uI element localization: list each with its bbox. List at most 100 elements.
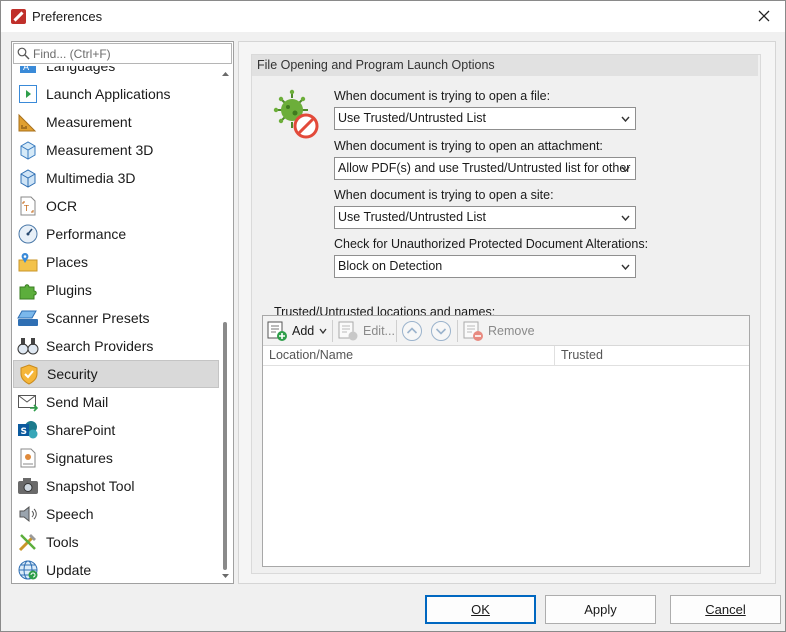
close-icon (758, 10, 770, 22)
sidebar-item-label: Snapshot Tool (46, 478, 135, 494)
mail-icon (18, 395, 39, 412)
arrow-down-circle-icon (431, 321, 451, 341)
scroll-down-icon[interactable] (221, 572, 230, 580)
chevron-down-icon (621, 166, 630, 172)
sidebar-item-label: Places (46, 254, 89, 270)
settings-panel: File Opening and Program Launch Options … (238, 41, 776, 584)
languages-icon: A (20, 66, 36, 73)
chevron-down-icon (621, 215, 630, 221)
title-bar: Preferences (1, 1, 785, 32)
category-sidebar: A Languages Launch Applications Measurem… (11, 41, 234, 584)
add-button-label: Add (292, 324, 315, 338)
svg-text:T: T (23, 204, 29, 213)
app-logo-icon (11, 9, 26, 24)
sharepoint-icon: S (18, 421, 38, 439)
sidebar-scrollbar[interactable] (219, 66, 232, 582)
sidebar-item-label: Measurement 3D (46, 142, 154, 158)
alterations-label: Check for Unauthorized Protected Documen… (334, 237, 649, 251)
add-list-icon (267, 321, 287, 341)
plugins-icon (19, 284, 37, 300)
open-file-value: Use Trusted/Untrusted List (338, 111, 486, 125)
speaker-icon (19, 505, 37, 523)
sidebar-item-label: Multimedia 3D (46, 170, 136, 186)
sidebar-item-label: Scanner Presets (46, 310, 150, 326)
toolbar-separator (457, 320, 458, 342)
window-title: Preferences (32, 9, 103, 24)
column-header-location[interactable]: Location/Name (263, 346, 554, 366)
sidebar-item-update[interactable]: Update (13, 556, 219, 582)
cancel-button[interactable]: Cancel (670, 595, 781, 624)
open-site-label: When document is trying to open a site: (334, 188, 554, 202)
sidebar-item-plugins[interactable]: Plugins (13, 276, 219, 304)
open-file-select[interactable]: Use Trusted/Untrusted List (334, 107, 636, 130)
open-attachment-select[interactable]: Allow PDF(s) and use Trusted/Untrusted l… (334, 157, 636, 180)
virus-blocked-icon (273, 89, 319, 139)
scanner-icon (17, 310, 38, 326)
sidebar-item-label: SharePoint (46, 422, 116, 438)
sidebar-item-speech[interactable]: Speech (13, 500, 219, 528)
toolbar-separator (332, 320, 333, 342)
search-icon (17, 47, 30, 60)
move-down-button[interactable] (430, 319, 452, 343)
cancel-button-label: Cancel (705, 602, 746, 617)
tools-icon (18, 534, 36, 552)
trusted-list-box: Add Edit... Remove Location/Name Trusted (262, 315, 750, 567)
open-attachment-value: Allow PDF(s) and use Trusted/Untrusted l… (338, 161, 631, 175)
sidebar-item-measurement-3d[interactable]: Measurement 3D (13, 136, 219, 164)
shield-icon (20, 364, 38, 385)
sidebar-item-measurement[interactable]: Measurement (13, 108, 219, 136)
toolbar-separator (396, 320, 397, 342)
apply-button[interactable]: Apply (545, 595, 656, 624)
apply-button-label: Apply (584, 602, 617, 617)
launch-applications-icon (19, 85, 37, 103)
sidebar-item-launch-applications[interactable]: Launch Applications (13, 80, 219, 108)
performance-icon (18, 224, 38, 244)
measurement-3d-icon (20, 141, 36, 160)
places-icon (18, 253, 38, 272)
sidebar-item-scanner-presets[interactable]: Scanner Presets (13, 304, 219, 332)
sidebar-item-performance[interactable]: Performance (13, 220, 219, 248)
sidebar-item-multimedia-3d[interactable]: Multimedia 3D (13, 164, 219, 192)
open-attachment-label: When document is trying to open an attac… (334, 139, 603, 153)
sidebar-item-label: Tools (46, 534, 79, 550)
sidebar-item-search-providers[interactable]: Search Providers (13, 332, 219, 360)
sidebar-item-ocr[interactable]: T OCR (13, 192, 219, 220)
search-box[interactable] (13, 43, 232, 64)
remove-list-icon (463, 321, 483, 341)
close-button[interactable] (749, 3, 779, 29)
sidebar-item-signatures[interactable]: Signatures (13, 444, 219, 472)
trusted-list-toolbar: Add Edit... Remove (263, 316, 749, 346)
search-input[interactable] (33, 45, 228, 62)
sidebar-item-tools[interactable]: Tools (13, 528, 219, 556)
sidebar-item-security[interactable]: Security (13, 360, 219, 388)
scroll-up-icon[interactable] (221, 70, 230, 78)
ok-button[interactable]: OK (425, 595, 536, 624)
sidebar-item-sharepoint[interactable]: S SharePoint (13, 416, 219, 444)
preferences-window: Preferences A Languages Lau (0, 0, 786, 632)
edit-button-label: Edit... (363, 324, 395, 338)
alterations-select[interactable]: Block on Detection (334, 255, 636, 278)
remove-button[interactable]: Remove (462, 319, 535, 343)
sidebar-item-places[interactable]: Places (13, 248, 219, 276)
chevron-down-icon (621, 116, 630, 122)
move-up-button[interactable] (401, 319, 423, 343)
binoculars-icon (17, 338, 39, 355)
scrollbar-thumb[interactable] (223, 322, 227, 570)
sidebar-item-send-mail[interactable]: Send Mail (13, 388, 219, 416)
ocr-icon: T (20, 196, 36, 216)
chevron-down-icon (621, 264, 630, 270)
column-header-trusted[interactable]: Trusted (555, 346, 749, 366)
open-file-label: When document is trying to open a file: (334, 89, 551, 103)
category-list: A Languages Launch Applications Measurem… (13, 66, 219, 582)
sidebar-item-languages[interactable]: A Languages (13, 66, 219, 80)
globe-update-icon (18, 560, 38, 580)
sidebar-item-label: Search Providers (46, 338, 154, 354)
svg-text:A: A (23, 66, 30, 73)
edit-button[interactable]: Edit... (337, 319, 395, 343)
open-site-select[interactable]: Use Trusted/Untrusted List (334, 206, 636, 229)
add-button[interactable]: Add (266, 319, 327, 343)
sidebar-item-label: Security (47, 366, 98, 382)
camera-icon (18, 478, 38, 494)
sidebar-item-snapshot-tool[interactable]: Snapshot Tool (13, 472, 219, 500)
security-options-group: File Opening and Program Launch Options … (251, 54, 761, 574)
